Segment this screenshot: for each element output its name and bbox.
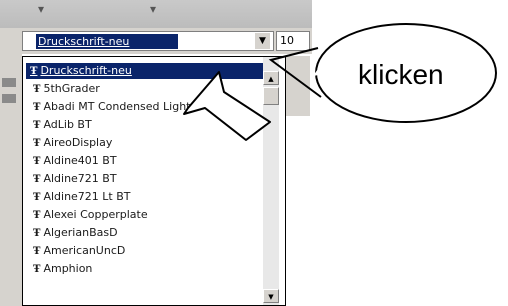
arrow-pointer-icon: [183, 71, 271, 141]
callout-graphic: [183, 23, 497, 141]
callout-text: klicken: [358, 59, 444, 90]
callout-tail: [268, 47, 322, 98]
